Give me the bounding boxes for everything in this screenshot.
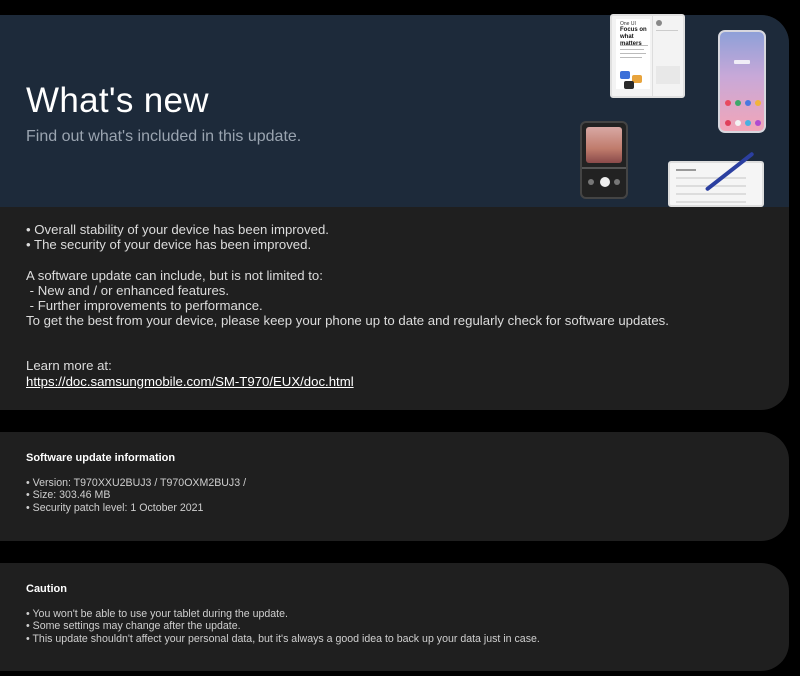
patch-level-line: • Security patch level: 1 October 2021 — [26, 501, 204, 514]
update-note: - New and / or enhanced features. — [26, 282, 230, 298]
caution-card: Caution • You won't be able to use your … — [0, 563, 789, 671]
software-info-list: • Version: T970XXU2BUJ3 / T970OXM2BUJ3 /… — [26, 477, 246, 514]
whats-new-body: • Overall stability of your device has b… — [26, 222, 769, 389]
flip-phone-illustration-icon — [580, 121, 628, 199]
learn-more-link[interactable]: https://doc.samsungmobile.com/SM-T970/EU… — [26, 374, 354, 389]
update-note: To get the best from your device, please… — [26, 313, 669, 329]
change-item: • The security of your device has been i… — [26, 237, 312, 253]
change-item: • Overall stability of your device has b… — [26, 222, 329, 237]
section-title: Software update information — [26, 452, 176, 464]
tablet-illustration-icon: One UI Focus on what matters — [610, 14, 685, 98]
update-note: - Further improvements to performance. — [26, 297, 263, 313]
software-info-card: Software update information • Version: T… — [0, 432, 789, 541]
illustration-headline: Focus on — [620, 27, 647, 33]
phone-illustration-icon — [718, 30, 766, 133]
caution-item: • You won't be able to use your tablet d… — [26, 608, 288, 620]
update-note: A software update can include, but is no… — [26, 267, 323, 283]
caution-list: • You won't be able to use your tablet d… — [26, 608, 540, 645]
page-title: What's new — [26, 81, 209, 120]
page-subtitle: Find out what's included in this update. — [26, 128, 302, 145]
caution-item: • Some settings may change after the upd… — [26, 620, 241, 633]
caution-item: • This update shouldn't affect your pers… — [26, 632, 540, 645]
learn-more-label: Learn more at: — [26, 358, 112, 374]
section-title: Caution — [26, 583, 67, 595]
size-line: • Size: 303.46 MB — [26, 489, 111, 502]
version-line: • Version: T970XXU2BUJ3 / T970OXM2BUJ3 / — [26, 477, 247, 489]
